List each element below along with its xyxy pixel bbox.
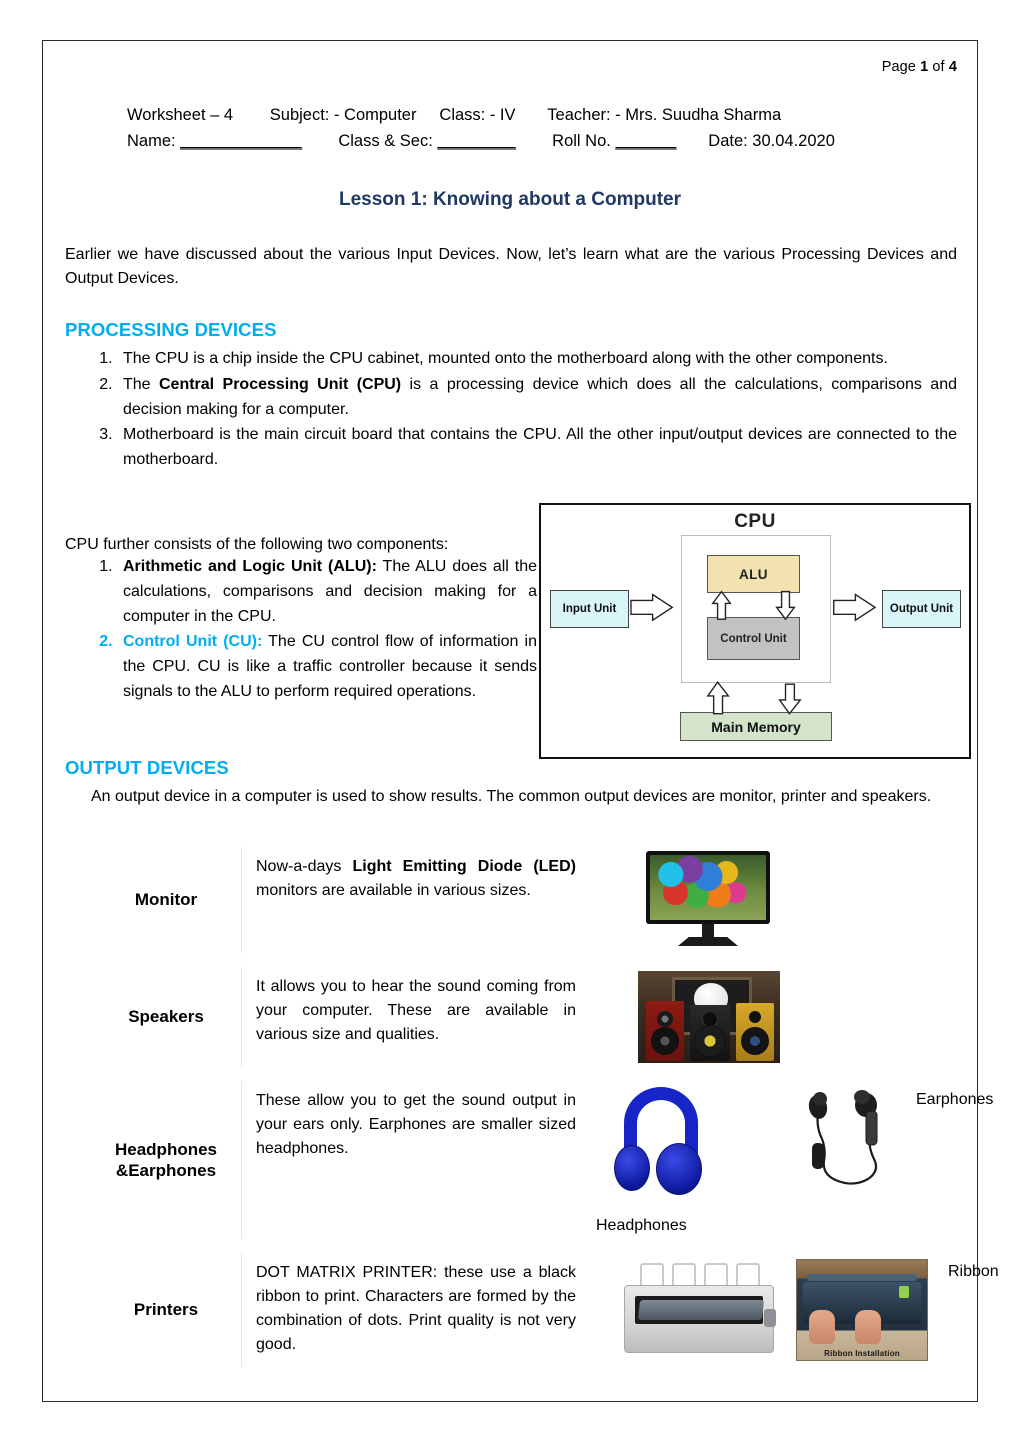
table-row: Speakers It allows you to hear the sound… xyxy=(91,967,957,1067)
table-row: Headphones &Earphones These allow you to… xyxy=(91,1081,993,1239)
ribbon-hand-left xyxy=(809,1310,835,1344)
caption-headphones: Headphones xyxy=(596,1217,687,1234)
device-image-cell-speakers xyxy=(586,967,957,1067)
diagram-alu-box: ALU xyxy=(707,555,800,593)
dot-matrix-printer-photo xyxy=(624,1263,776,1355)
printer-paper-guides xyxy=(640,1263,760,1285)
diagram-output-unit-box: Output Unit xyxy=(882,590,961,628)
table-row-spacer xyxy=(91,1239,957,1253)
speaker-black xyxy=(690,1005,730,1061)
headphones-earphones-figure: Headphones Earphones xyxy=(596,1085,993,1235)
ribbon-image-caption: Ribbon Installation xyxy=(824,1349,900,1358)
item-text-before: The xyxy=(123,375,159,393)
device-description-speakers: It allows you to hear the sound coming f… xyxy=(242,967,587,1067)
list-item: The CPU is a chip inside the CPU cabinet… xyxy=(117,347,957,372)
caption-ribbon: Ribbon xyxy=(948,1263,999,1280)
monitor-stand-base xyxy=(678,937,738,946)
worksheet-header-line2: Name: ______________ Class & Sec: ______… xyxy=(127,129,917,155)
roll-no-label: Roll No. xyxy=(515,131,616,150)
ribbon-hand-right xyxy=(855,1310,881,1344)
table-row-spacer xyxy=(91,1067,957,1081)
item-text-bold: Central Processing Unit (CPU) xyxy=(158,375,402,393)
name-blank-field[interactable]: ______________ xyxy=(180,132,302,150)
diagram-control-unit-box: Control Unit xyxy=(707,617,800,660)
monitor-bezel xyxy=(646,851,770,924)
device-description-monitor: Now-a-days Light Emitting Diode (LED) mo… xyxy=(242,847,587,953)
cpu-components-intro: CPU further consists of the following tw… xyxy=(65,536,449,553)
device-label-headphones-earphones: Headphones &Earphones xyxy=(91,1081,242,1239)
table-row-spacer xyxy=(91,953,957,967)
printer-knob xyxy=(764,1309,776,1327)
speaker-yellow xyxy=(736,1003,774,1061)
intro-paragraph: Earlier we have discussed about the vari… xyxy=(65,246,957,288)
ribbon-green-clip xyxy=(899,1286,909,1298)
monitor-stand-neck xyxy=(702,924,714,939)
class-sec-blank-field[interactable]: _________ xyxy=(437,132,516,150)
headphone-earcup-right xyxy=(656,1143,702,1195)
processing-devices-list: The CPU is a chip inside the CPU cabinet… xyxy=(65,347,957,474)
desc-bold: Light Emitting Diode (LED) xyxy=(352,858,576,875)
device-label-line2: &Earphones xyxy=(115,1161,217,1180)
page-number: Page 1 of 4 xyxy=(882,59,957,75)
printer-body xyxy=(624,1285,774,1353)
desc-before: It allows you to hear the sound coming f… xyxy=(256,978,576,1043)
name-label: Name: xyxy=(127,131,181,150)
list-item: Arithmetic and Logic Unit (ALU): The ALU… xyxy=(117,555,537,629)
output-devices-table: Monitor Now-a-days Light Emitting Diode … xyxy=(91,847,999,1367)
list-item: Control Unit (CU): The CU control flow o… xyxy=(117,630,537,704)
page-number-total: 4 xyxy=(948,59,957,75)
diagram-input-unit-box: Input Unit xyxy=(550,590,629,628)
device-label-line1: Headphones xyxy=(114,1139,218,1159)
table-row: Monitor Now-a-days Light Emitting Diode … xyxy=(91,847,957,953)
device-description-printers: DOT MATRIX PRINTER: these use a black ri… xyxy=(242,1253,587,1367)
item-text: The CPU is a chip inside the CPU cabinet… xyxy=(123,350,888,367)
device-image-cell-monitor xyxy=(586,847,957,953)
section-heading-processing-devices: PROCESSING DEVICES xyxy=(65,319,277,340)
date-label: Date: 30.04.2020 xyxy=(676,131,835,150)
device-label-speakers: Speakers xyxy=(91,967,242,1067)
desc-before: Now-a-days xyxy=(256,858,353,875)
page-number-prefix: Page xyxy=(881,59,921,75)
device-label-monitor: Monitor xyxy=(91,847,242,953)
table-row: Printers DOT MATRIX PRINTER: these use a… xyxy=(91,1253,999,1367)
lesson-title: Lesson 1: Knowing about a Computer xyxy=(338,189,681,210)
desc-after: monitors are available in various sizes. xyxy=(256,882,531,899)
desc-before: DOT MATRIX PRINTER: these use a black ri… xyxy=(256,1264,576,1353)
roll-no-blank-field[interactable]: _______ xyxy=(615,132,676,150)
headphone-earcup-left xyxy=(614,1145,650,1191)
output-devices-intro: An output device in a computer is used t… xyxy=(91,788,932,805)
led-monitor-photo xyxy=(646,851,770,949)
desc-before: These allow you to get the sound output … xyxy=(256,1092,576,1157)
speaker-red xyxy=(646,1001,684,1061)
item-text-bold: Arithmetic and Logic Unit (ALU): xyxy=(123,558,377,575)
worksheet-page: Page 1 of 4 Worksheet – 4 Subject: - Com… xyxy=(42,40,999,1402)
monitor-screen xyxy=(650,855,766,920)
speakers-photo xyxy=(638,971,780,1063)
item-text: Motherboard is the main circuit board th… xyxy=(123,426,957,469)
ribbon-bar xyxy=(807,1274,917,1281)
diagram-main-memory-box: Main Memory xyxy=(680,712,832,741)
section-heading-output-devices: OUTPUT DEVICES xyxy=(65,757,229,778)
device-label-printers: Printers xyxy=(91,1253,242,1367)
printer-ribbon-figure: Ribbon Installation Ribbon xyxy=(596,1257,999,1363)
item-text-bold: Control Unit (CU): xyxy=(123,633,263,651)
list-item: Motherboard is the main circuit board th… xyxy=(117,423,957,473)
diagram-cpu-title: CPU xyxy=(734,511,776,532)
device-description-headphones: These allow you to get the sound output … xyxy=(242,1081,587,1239)
device-image-cell-headphones: Headphones Earphones xyxy=(586,1081,993,1239)
worksheet-header: Worksheet – 4 Subject: - Computer Class:… xyxy=(127,103,917,154)
device-image-cell-printers: Ribbon Installation Ribbon xyxy=(586,1253,999,1367)
printer-lid xyxy=(637,1300,765,1320)
earphones-photo xyxy=(808,1090,878,1185)
list-item: The Central Processing Unit (CPU) is a p… xyxy=(117,373,957,423)
cpu-architecture-diagram: CPU ALU Control Unit Input Unit Output U… xyxy=(539,503,971,759)
class-sec-label: Class & Sec: xyxy=(301,131,438,150)
cpu-components-list: Arithmetic and Logic Unit (ALU): The ALU… xyxy=(65,555,537,706)
headphones-photo xyxy=(608,1087,716,1199)
caption-earphones: Earphones xyxy=(916,1091,994,1108)
worksheet-header-line1: Worksheet – 4 Subject: - Computer Class:… xyxy=(127,106,782,124)
ribbon-installation-photo: Ribbon Installation xyxy=(796,1259,928,1361)
page-number-middle: of xyxy=(928,59,949,75)
